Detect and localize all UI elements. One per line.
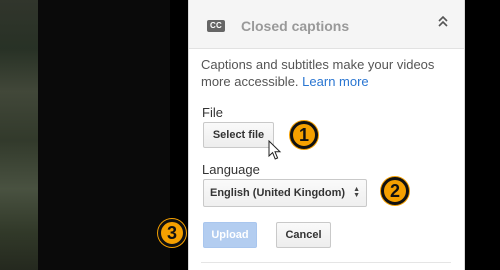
annotation-badge-1: 1: [290, 121, 318, 149]
panel-title: Closed captions: [241, 18, 350, 34]
cc-icon: CC: [207, 20, 225, 32]
upload-button[interactable]: Upload: [203, 222, 257, 248]
closed-captions-panel: CC Closed captions Captions and subtitle…: [188, 0, 465, 270]
video-thumbnail-strip: [0, 0, 38, 270]
select-file-button[interactable]: Select file: [203, 122, 274, 148]
language-select-value: English (United Kingdom): [210, 187, 346, 199]
file-label: File: [202, 105, 223, 120]
language-label: Language: [202, 162, 260, 177]
panel-header[interactable]: CC Closed captions: [189, 0, 464, 49]
learn-more-link[interactable]: Learn more: [302, 74, 368, 89]
video-background: [38, 0, 170, 270]
mouse-cursor-icon: [268, 140, 282, 160]
annotation-badge-3: 3: [158, 219, 186, 247]
select-arrows-icon: ▲ ▼: [353, 186, 360, 199]
divider: [201, 262, 451, 263]
language-select[interactable]: English (United Kingdom) ▲ ▼: [203, 179, 367, 207]
panel-description: Captions and subtitles make your videos …: [201, 56, 451, 90]
annotation-badge-2: 2: [381, 177, 409, 205]
collapse-icon[interactable]: [436, 15, 450, 32]
cancel-button[interactable]: Cancel: [276, 222, 331, 248]
